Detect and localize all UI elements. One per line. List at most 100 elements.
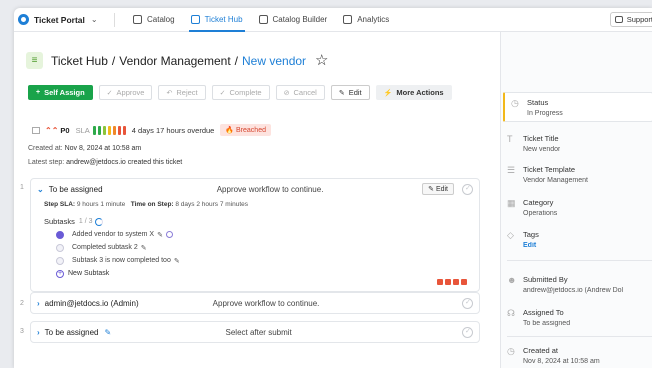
more-actions-button[interactable]: ⚡ More Actions xyxy=(375,85,452,100)
progress-ring-icon xyxy=(95,217,104,226)
tab-catalog[interactable]: Catalog xyxy=(125,8,183,32)
subtask-checkbox[interactable] xyxy=(56,256,64,265)
tags-edit-link[interactable]: Edit xyxy=(523,242,539,249)
edit-button[interactable]: ✎ Edit xyxy=(330,85,370,100)
step-header[interactable]: › To be assigned ✎ Select after submit xyxy=(31,322,479,342)
tab-catalog-builder[interactable]: Catalog Builder xyxy=(251,8,336,32)
user-icon: ☻ xyxy=(507,275,517,285)
step-sla-line: Step SLA: 9 hours 1 minute Time on Step:… xyxy=(31,201,479,208)
subtask-item: Completed subtask 2 ✎ xyxy=(31,241,479,254)
button-label: Edit xyxy=(348,88,362,97)
pencil-icon[interactable]: ✎ xyxy=(141,244,147,252)
sla-bar-segment xyxy=(92,125,96,135)
category-field: ▦ Category Operations xyxy=(507,198,652,217)
pencil-icon[interactable]: ✎ xyxy=(105,328,226,337)
clock-icon: ◷ xyxy=(511,98,519,108)
status-dots xyxy=(435,279,467,285)
brand-switcher[interactable]: Ticket Portal ⌄ xyxy=(14,14,114,25)
sla-bar-segment xyxy=(112,125,116,135)
badge-label: Breached xyxy=(236,127,266,134)
field-value: In Progress xyxy=(527,110,563,117)
field-label: Category xyxy=(523,198,554,207)
subtask-item: Added vendor to system X ✎ xyxy=(31,228,479,241)
ticket-template-field: ☰ Ticket Template Vendor Management xyxy=(507,165,652,184)
top-nav: Ticket Portal ⌄ Catalog Ticket Hub Catal… xyxy=(14,8,652,32)
sla-meter xyxy=(92,125,128,135)
step-number: 3 xyxy=(20,328,24,335)
chevron-right-icon[interactable]: › xyxy=(37,299,40,308)
ticket-indicators: ⌃⌃ P0 SLA 4 days 17 hours overdue 🔥 Brea… xyxy=(32,124,271,136)
self-assign-button[interactable]: + Self Assign xyxy=(28,85,93,100)
chevron-down-icon[interactable]: ⌄ xyxy=(37,185,44,194)
button-label: Cancel xyxy=(293,88,317,97)
subtask-checkbox[interactable] xyxy=(56,243,64,252)
plus-icon: + xyxy=(56,269,64,278)
panel-divider xyxy=(507,260,652,261)
step-edit-button[interactable]: ✎ Edit xyxy=(422,183,454,195)
assigned-to-field: ☊ Assigned To To be assigned xyxy=(507,308,652,327)
meta-value: andrew@jetdocs.io created this ticket xyxy=(66,159,183,166)
builder-icon xyxy=(258,15,268,24)
submitted-by-field: ☻ Submitted By andrew@jetdocs.io (Andrew… xyxy=(507,275,652,294)
field-label: Ticket Template xyxy=(523,165,576,174)
complete-step-icon[interactable] xyxy=(462,326,473,338)
subtask-label: Subtask 3 is now completed too xyxy=(72,257,171,264)
status-field[interactable]: ◷ Status In Progress xyxy=(503,92,652,122)
field-value: New vendor xyxy=(523,146,561,153)
subtask-label: Added vendor to system X xyxy=(72,231,155,238)
tab-label: Analytics xyxy=(357,15,390,24)
meta-value: Nov 8, 2024 at 10:58 am xyxy=(64,145,142,152)
approve-button[interactable]: ✓ Approve xyxy=(98,85,153,100)
step-header[interactable]: › admin@jetdocs.io (Admin) Approve workf… xyxy=(31,293,479,313)
status-dot xyxy=(445,279,451,285)
chat-icon xyxy=(614,16,623,23)
reject-button[interactable]: ↶ Reject xyxy=(158,85,206,100)
flag-icon xyxy=(32,126,40,134)
step-title: To be assigned xyxy=(48,184,103,194)
field-value: Nov 8, 2024 at 10:58 am xyxy=(523,358,600,365)
sla-bar-segment xyxy=(102,125,106,135)
star-icon[interactable]: ☆ xyxy=(315,53,328,68)
status-dot xyxy=(461,279,467,285)
breadcrumb: ≡ Ticket Hub / Vendor Management / New v… xyxy=(26,52,329,69)
tags-field: ◇ Tags Edit xyxy=(507,230,652,249)
field-value: Vendor Management xyxy=(523,177,588,184)
step-title: admin@jetdocs.io (Admin) xyxy=(44,298,139,308)
field-value: To be assigned xyxy=(523,320,571,327)
info-icon[interactable] xyxy=(165,231,173,238)
subtask-checkbox[interactable] xyxy=(56,230,64,239)
breadcrumb-vendor-management[interactable]: Vendor Management xyxy=(119,54,230,68)
subtask-label: Completed subtask 2 xyxy=(72,244,138,251)
step-title: To be assigned xyxy=(44,327,99,337)
grid-icon xyxy=(133,15,142,24)
cancel-button[interactable]: ⊘ Cancel xyxy=(275,85,325,100)
field-value: andrew@jetdocs.io (Andrew Dol xyxy=(523,287,624,294)
sla-label: SLA xyxy=(75,125,90,135)
step-header[interactable]: ⌄ To be assigned Approve workflow to con… xyxy=(31,179,479,199)
new-subtask-button[interactable]: + New Subtask xyxy=(31,267,479,280)
complete-button[interactable]: ✓ Complete xyxy=(211,85,270,100)
pencil-icon[interactable]: ✎ xyxy=(157,231,163,239)
bolt-icon: ⚡ xyxy=(383,89,393,97)
text-icon: T xyxy=(507,134,513,144)
step-description: Approve workflow to continue. xyxy=(212,298,320,308)
meta-label: Created at: xyxy=(28,145,63,152)
tag-icon: ◇ xyxy=(507,230,514,240)
complete-step-icon[interactable] xyxy=(462,297,473,309)
sla-bar-segment xyxy=(122,125,126,135)
meta-label: Latest step: xyxy=(28,159,65,166)
complete-step-icon[interactable] xyxy=(462,183,473,195)
field-value: Operations xyxy=(523,210,558,217)
support-button[interactable]: Support xyxy=(609,12,652,27)
logo-icon xyxy=(18,14,29,25)
tab-ticket-hub[interactable]: Ticket Hub xyxy=(183,8,251,32)
chevron-right-icon[interactable]: › xyxy=(37,328,40,337)
latest-step-line: Latest step: andrew@jetdocs.io created t… xyxy=(28,159,182,166)
brand-name: Ticket Portal xyxy=(34,14,85,25)
pencil-icon[interactable]: ✎ xyxy=(174,257,180,265)
priority-label: P0 xyxy=(60,125,70,135)
field-label: Submitted By xyxy=(523,275,568,284)
tab-analytics[interactable]: Analytics xyxy=(335,8,397,32)
user-plus-icon: + xyxy=(36,89,41,96)
breadcrumb-ticket-hub[interactable]: Ticket Hub xyxy=(51,54,108,68)
